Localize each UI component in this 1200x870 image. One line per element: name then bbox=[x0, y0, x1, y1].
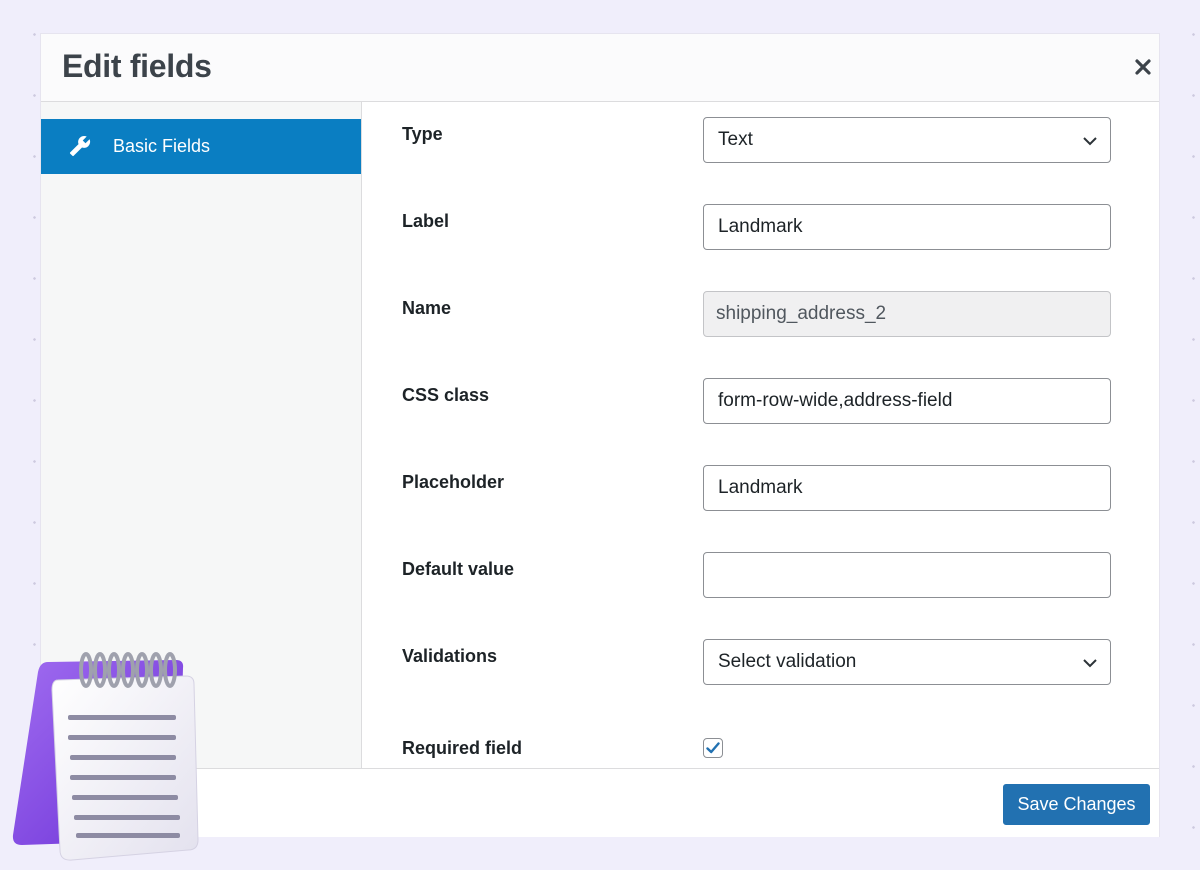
name-label: Name bbox=[402, 298, 452, 318]
close-button[interactable] bbox=[1127, 47, 1159, 87]
css-class-row: CSS class form-row-wide,address-field bbox=[362, 378, 1159, 424]
save-changes-button[interactable]: Save Changes bbox=[1003, 784, 1150, 825]
modal-title: Edit fields bbox=[62, 48, 212, 84]
validations-select[interactable]: Select validation bbox=[703, 639, 1111, 685]
name-input: shipping_address_2 bbox=[703, 291, 1111, 337]
modal-header: Edit fields bbox=[41, 34, 1159, 102]
default-value-input[interactable] bbox=[703, 552, 1111, 598]
validations-row: Validations Select validation bbox=[362, 639, 1159, 685]
required-label: Required field bbox=[402, 738, 523, 758]
placeholder-label: Placeholder bbox=[402, 472, 505, 492]
required-checkbox[interactable] bbox=[703, 738, 723, 758]
notepad-icon bbox=[12, 652, 199, 861]
default-value-row: Default value bbox=[362, 552, 1159, 598]
css-class-input[interactable]: form-row-wide,address-field bbox=[703, 378, 1111, 424]
placeholder-input[interactable]: Landmark bbox=[703, 465, 1111, 511]
chevron-down-icon bbox=[1083, 137, 1097, 146]
name-input-value: shipping_address_2 bbox=[716, 303, 887, 324]
type-label: Type bbox=[402, 124, 443, 144]
css-class-label: CSS class bbox=[402, 385, 490, 405]
validations-select-value: Select validation bbox=[718, 651, 857, 672]
chevron-down-icon bbox=[1083, 659, 1097, 668]
checkmark-icon bbox=[706, 742, 720, 754]
form-content: Type Text Label Landmark Name shipping_a… bbox=[362, 102, 1159, 768]
type-select[interactable]: Text bbox=[703, 117, 1111, 163]
label-input[interactable]: Landmark bbox=[703, 204, 1111, 250]
css-class-input-value: form-row-wide,address-field bbox=[718, 390, 953, 411]
close-icon bbox=[1135, 59, 1151, 75]
edit-fields-modal: Edit fields Basic Fields Type Text Label… bbox=[41, 34, 1159, 837]
name-row: Name shipping_address_2 bbox=[362, 291, 1159, 337]
label-label: Label bbox=[402, 211, 450, 231]
validations-label: Validations bbox=[402, 646, 498, 666]
placeholder-row: Placeholder Landmark bbox=[362, 465, 1159, 511]
modal-footer: Save Changes bbox=[41, 768, 1159, 837]
type-row: Type Text bbox=[362, 117, 1159, 163]
default-value-label: Default value bbox=[402, 559, 515, 579]
required-row: Required field bbox=[362, 733, 1159, 768]
sidebar-item-label: Basic Fields bbox=[113, 136, 211, 156]
label-input-value: Landmark bbox=[718, 216, 803, 237]
sidebar-item-basic-fields[interactable]: Basic Fields bbox=[41, 119, 361, 174]
wrench-icon bbox=[69, 136, 91, 157]
label-row: Label Landmark bbox=[362, 204, 1159, 250]
placeholder-input-value: Landmark bbox=[718, 477, 803, 498]
type-select-value: Text bbox=[718, 129, 753, 150]
